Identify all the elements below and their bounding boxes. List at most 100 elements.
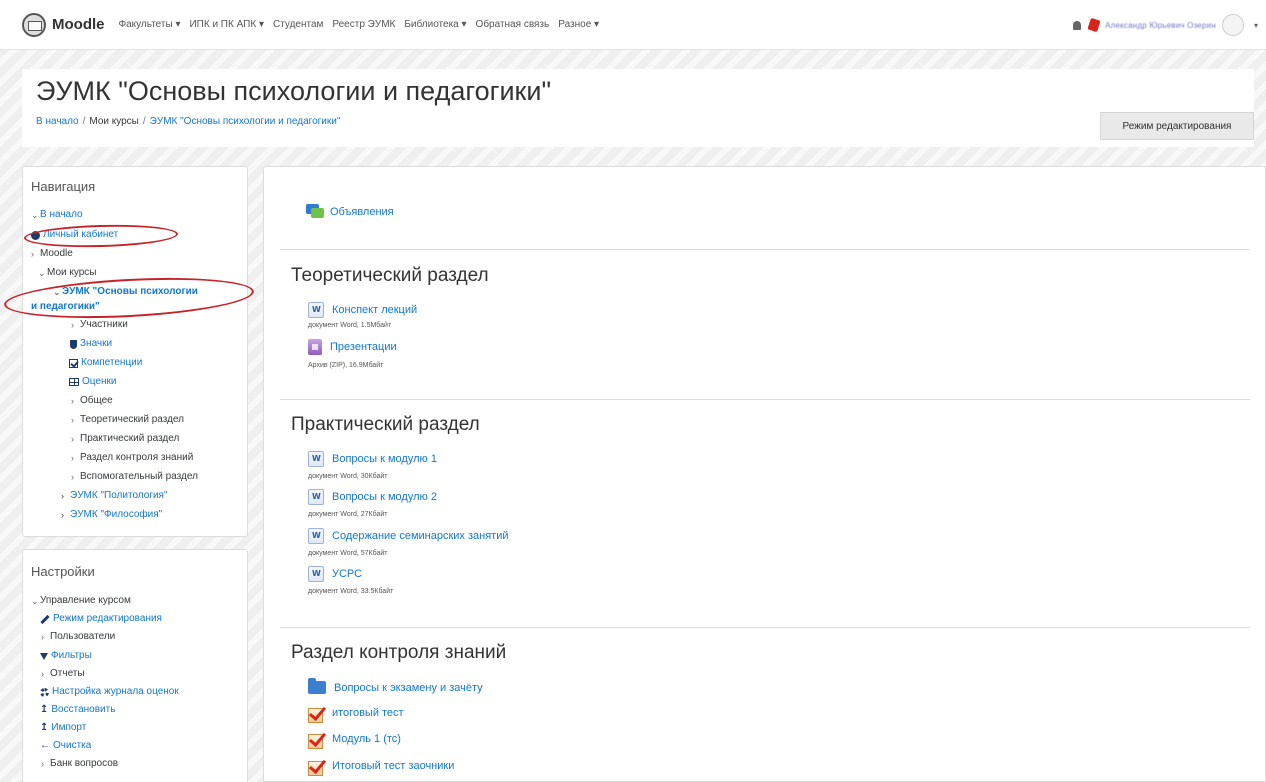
nav-dashboard[interactable]: Личный кабинет [31,229,118,241]
nav-faculties[interactable]: Факультеты ▾ [119,19,181,30]
page-header: ЭУМК "Основы психологии и педагогики" В … [22,69,1254,147]
settings-course-admin[interactable]: ⌄ Управление курсом [31,595,131,607]
settings-users[interactable]: › Пользователи [41,631,115,643]
filter-icon [40,652,48,660]
activity-meta: документ Word, 30Кбайт [308,473,388,480]
word-icon [308,451,324,467]
nav-grades[interactable]: Оценки [69,376,116,388]
quiz-icon [308,758,326,776]
settings-reset[interactable]: ← Очистка [40,740,91,752]
activity-questions-module2[interactable]: Вопросы к модулю 2 [308,489,437,505]
settings-edit-mode[interactable]: Режим редактирования [40,613,162,625]
nav-current-course[interactable]: ⌄ ЭУМК "Основы психологии [53,286,198,298]
breadcrumb-home[interactable]: В начало [36,116,79,127]
nav-aux[interactable]: › Вспомогательный раздел [71,471,198,483]
word-icon [308,566,324,582]
nav-misc[interactable]: Разное ▾ [558,19,599,30]
activity-meta: Архив (ZIP), 16.9Мбайт [308,362,384,369]
nav-current-course-cont[interactable]: и педагогики" [31,301,100,313]
activity-presentations[interactable]: Презентации [308,339,397,355]
folder-icon [308,678,326,694]
chevron-right-icon: › [41,759,44,769]
quiz-icon [308,731,326,749]
edit-mode-button[interactable]: Режим редактирования [1100,112,1254,140]
chevron-right-icon: › [61,491,64,501]
arrow-left-icon: ← [40,740,50,751]
nav-control[interactable]: › Раздел контроля знаний [71,452,193,464]
settings-restore[interactable]: ↥ Восстановить [40,704,115,716]
section-divider [280,249,1250,250]
user-name[interactable]: Александр Юрьевич Озерин [1105,21,1216,30]
activity-module1-test[interactable]: Модуль 1 (тс) [308,731,401,749]
activity-meta: документ Word, 57Кбайт [308,550,388,557]
chevron-right-icon: › [41,632,44,642]
settings-reports[interactable]: › Отчеты [41,668,85,680]
nav-course-politology[interactable]: › ЭУМК "Политология" [61,490,168,502]
settings-gradebook[interactable]: Настройка журнала оценок [40,686,179,698]
chevron-down-icon[interactable]: ▾ [1254,21,1258,30]
nav-practice[interactable]: › Практический раздел [71,433,179,445]
upload-icon: ↥ [40,704,49,715]
nav-participants[interactable]: › Участники [71,319,128,331]
settings-block: Настройки ⌄ Управление курсом Режим редак… [22,549,248,782]
nav-my-courses[interactable]: ⌄ Мои курсы [38,267,97,279]
word-icon [308,528,324,544]
activity-questions-module1[interactable]: Вопросы к модулю 1 [308,451,437,467]
section-title-control: Раздел контроля знаний [291,642,507,663]
activity-final-test-extramural[interactable]: Итоговый тест заочники [308,758,454,776]
nav-course-philosophy[interactable]: › ЭУМК "Философия" [61,509,162,521]
settings-question-bank[interactable]: › Банк вопросов [41,758,118,770]
gear-icon [40,687,49,697]
activity-seminars[interactable]: Содержание семинарских занятий [308,528,509,544]
breadcrumb-my-courses[interactable]: Мои курсы [89,116,139,127]
nav-home[interactable]: ⌄ В начало [31,209,83,221]
moodle-logo-icon [22,12,46,37]
nav-library[interactable]: Библиотека ▾ [404,19,466,30]
nav-theory[interactable]: › Теоретический раздел [71,414,184,426]
nav-registry[interactable]: Реестр ЭУМК [332,19,395,30]
activity-final-test[interactable]: итоговый тест [308,705,404,723]
activity-exam-questions[interactable]: Вопросы к экзамену и зачёту [308,678,483,694]
word-icon [308,489,324,505]
zip-icon [308,339,322,355]
activity-meta: документ Word, 1.5Мбайт [308,322,392,329]
chevron-right-icon: › [71,396,74,406]
brand-name: Moodle [52,16,105,33]
nav-moodle[interactable]: › Moodle [31,248,73,260]
settings-title: Настройки [31,564,95,579]
activity-lectures[interactable]: Конспект лекций [308,302,417,318]
chevron-right-icon: › [71,415,74,425]
quiz-icon [308,705,326,723]
chevron-right-icon: › [71,472,74,482]
settings-import[interactable]: ↥ Импорт [40,722,86,734]
chevron-right-icon: › [71,434,74,444]
forum-icon [306,204,324,219]
activity-meta: документ Word, 27Кбайт [308,511,388,518]
navigation-title: Навигация [31,179,96,194]
bell-icon[interactable] [1073,20,1082,30]
nav-feedback[interactable]: Обратная связь [476,19,550,30]
pencil-icon [40,614,50,624]
nav-students[interactable]: Студентам [273,19,323,30]
nav-badges[interactable]: Значки [70,338,112,350]
activity-usrs[interactable]: УСРС [308,566,362,582]
section-divider [280,399,1250,400]
message-icon[interactable] [1087,17,1101,33]
activity-announcements[interactable]: Объявления [306,204,394,219]
section-title-practice: Практический раздел [291,414,480,435]
page-title: ЭУМК "Основы психологии и педагогики" [36,76,552,106]
word-icon [308,302,324,318]
chevron-down-icon: ⌄ [31,210,39,220]
settings-filters[interactable]: Фильтры [40,650,92,662]
brand[interactable]: Moodle [22,12,105,37]
nav-ipk[interactable]: ИПК и ПК АПК ▾ [189,19,264,30]
nav-competencies[interactable]: Компетенции [69,357,142,369]
breadcrumb-course[interactable]: ЭУМК "Основы психологии и педагогики" [150,116,341,127]
navigation-block: Навигация ⌄ В начало Личный кабинет › Mood… [22,166,248,537]
chevron-down-icon: ⌄ [38,268,46,278]
nav-general[interactable]: › Общее [71,395,113,407]
activity-meta: документ Word, 33.5Кбайт [308,588,394,595]
section-divider [280,627,1250,628]
avatar[interactable] [1221,14,1244,36]
chevron-right-icon: › [71,453,74,463]
